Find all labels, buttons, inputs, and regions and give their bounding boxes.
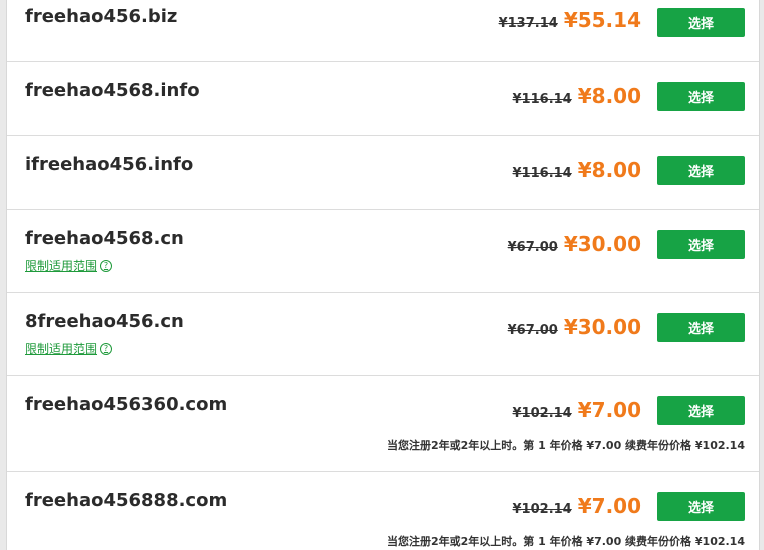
domain-row: ifreehao456.info ¥116.14 ¥8.00 选择 <box>7 136 759 210</box>
sale-price: ¥55.14 <box>563 8 641 32</box>
domain-row: freehao456888.com ¥102.14 ¥7.00 选择 当您注册2… <box>7 472 759 550</box>
original-price: ¥116.14 <box>512 166 572 181</box>
sale-price: ¥8.00 <box>577 158 641 182</box>
select-button[interactable]: 选择 <box>657 8 745 37</box>
original-price: ¥116.14 <box>512 92 572 107</box>
select-button[interactable]: 选择 <box>657 156 745 185</box>
restrict-scope-link[interactable]: 限制适用范围 ? <box>25 257 113 274</box>
original-price: ¥102.14 <box>512 502 572 517</box>
select-button[interactable]: 选择 <box>657 396 745 425</box>
domain-name: freehao4568.info <box>25 80 200 101</box>
domain-name: freehao456.biz <box>25 6 178 27</box>
domain-results-panel: freehao456.biz ¥137.14 ¥55.14 选择 freehao… <box>6 0 760 550</box>
original-price: ¥67.00 <box>507 323 558 338</box>
select-button[interactable]: 选择 <box>657 82 745 111</box>
domain-name: 8freehao456.cn <box>25 311 184 332</box>
question-circle-icon: ? <box>100 259 113 272</box>
domain-row: freehao4568.cn 限制适用范围 ? ¥67.00 ¥30.00 选择 <box>7 210 759 293</box>
select-button[interactable]: 选择 <box>657 492 745 521</box>
domain-name: freehao456360.com <box>25 394 228 415</box>
domain-name: ifreehao456.info <box>25 154 194 175</box>
restrict-scope-label: 限制适用范围 <box>25 259 98 273</box>
sale-price: ¥8.00 <box>577 84 641 108</box>
original-price: ¥67.00 <box>507 240 558 255</box>
domain-name: freehao4568.cn <box>25 228 184 249</box>
sale-price: ¥7.00 <box>577 494 641 518</box>
sale-price: ¥7.00 <box>577 398 641 422</box>
pricing-note: 当您注册2年或2年以上时。第 1 年价格 ¥7.00 续费年份价格 ¥102.1… <box>386 535 745 548</box>
restrict-scope-label: 限制适用范围 <box>25 342 98 356</box>
original-price: ¥137.14 <box>498 16 558 31</box>
domain-name: freehao456888.com <box>25 490 228 511</box>
select-button[interactable]: 选择 <box>657 313 745 342</box>
restrict-scope-link[interactable]: 限制适用范围 ? <box>25 340 113 357</box>
domain-row: freehao456360.com ¥102.14 ¥7.00 选择 当您注册2… <box>7 376 759 472</box>
sale-price: ¥30.00 <box>563 315 641 339</box>
sale-price: ¥30.00 <box>563 232 641 256</box>
domain-row: freehao4568.info ¥116.14 ¥8.00 选择 <box>7 62 759 136</box>
pricing-note: 当您注册2年或2年以上时。第 1 年价格 ¥7.00 续费年份价格 ¥102.1… <box>386 439 745 452</box>
question-circle-icon: ? <box>100 342 113 355</box>
select-button[interactable]: 选择 <box>657 230 745 259</box>
domain-row: 8freehao456.cn 限制适用范围 ? ¥67.00 ¥30.00 选择 <box>7 293 759 376</box>
domain-row: freehao456.biz ¥137.14 ¥55.14 选择 <box>7 0 759 62</box>
original-price: ¥102.14 <box>512 406 572 421</box>
